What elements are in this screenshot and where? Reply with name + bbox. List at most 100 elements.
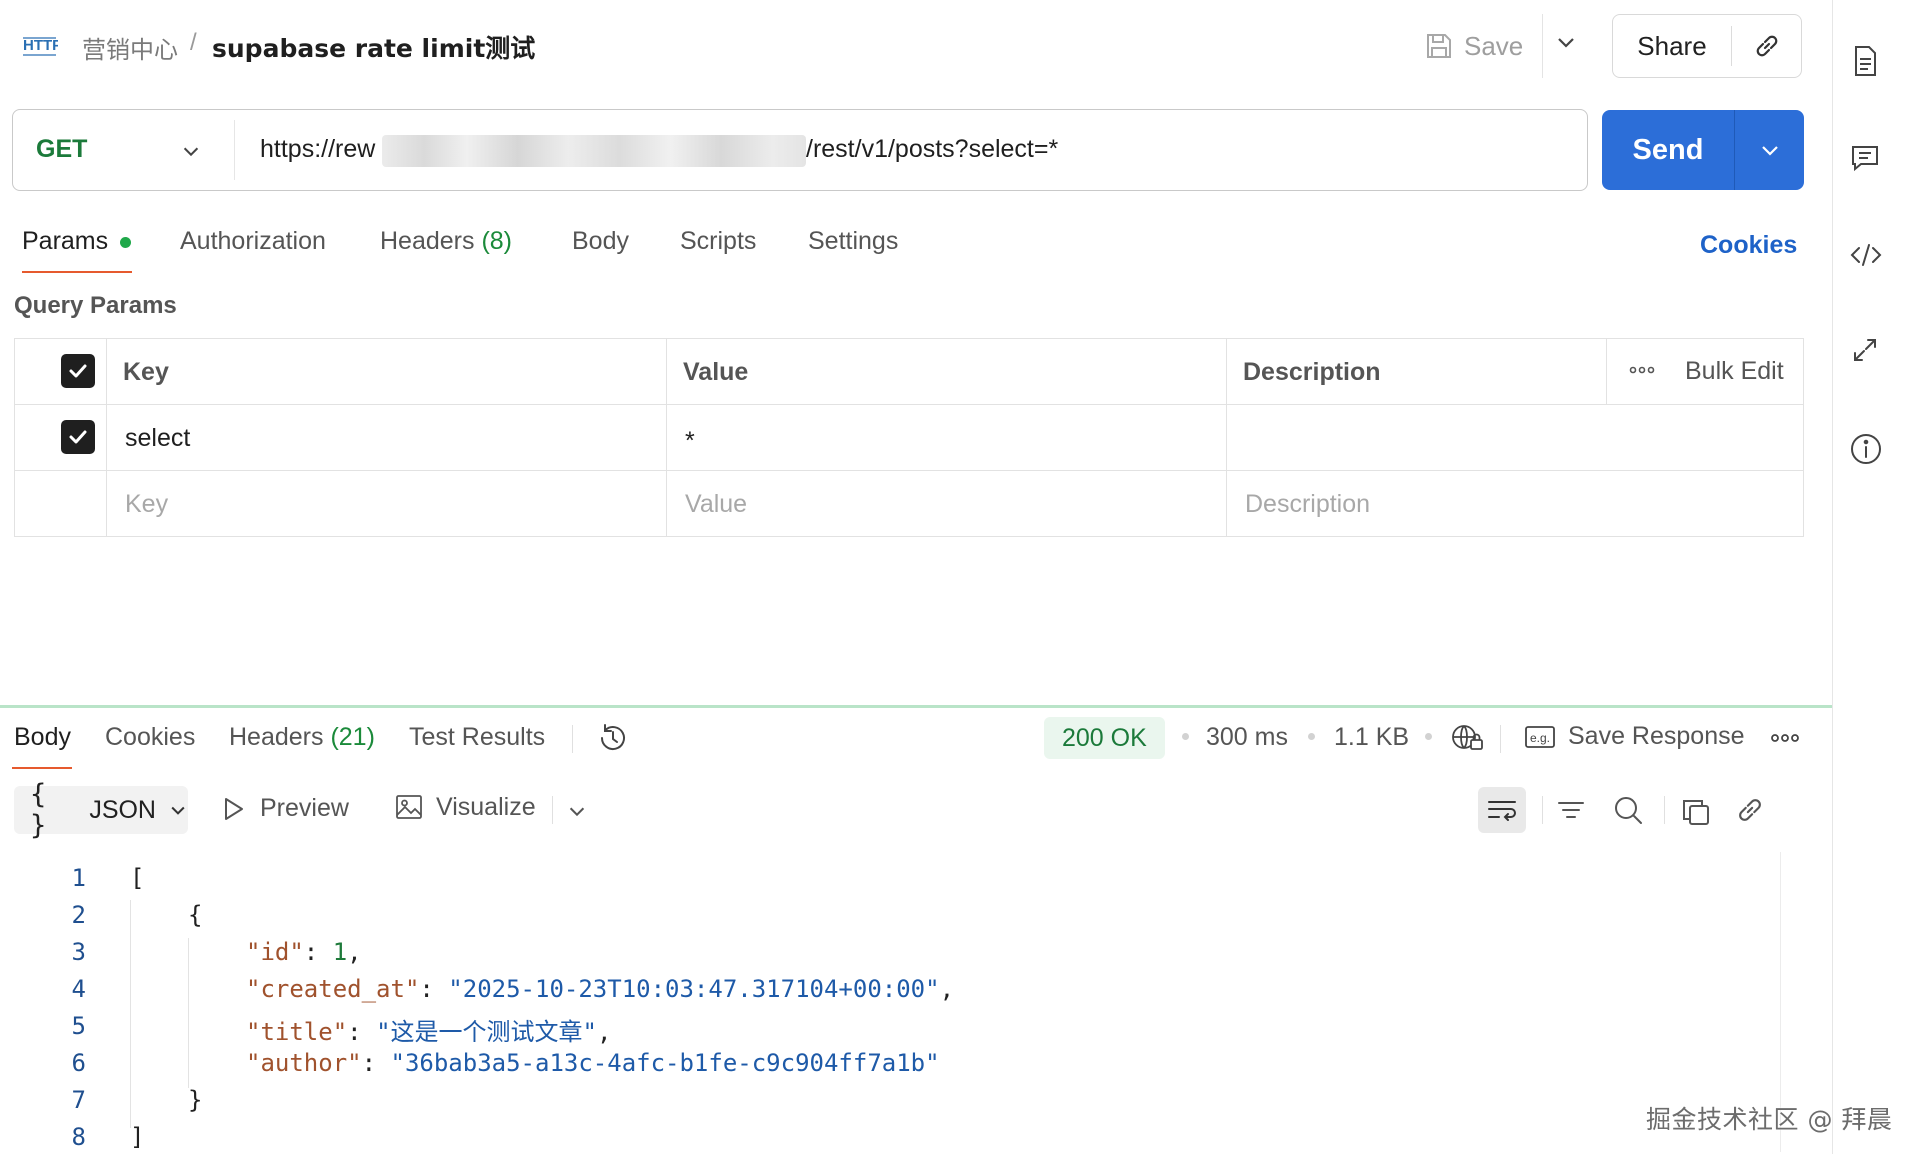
filter-icon[interactable]: [1556, 796, 1586, 826]
link-icon[interactable]: [1734, 794, 1766, 826]
tab-scripts[interactable]: Scripts: [680, 227, 756, 256]
tab-headers-label: Headers: [380, 227, 475, 255]
divider: [15, 470, 1803, 471]
separator-dot: [1425, 733, 1432, 740]
response-tab-cookies[interactable]: Cookies: [105, 723, 195, 752]
divider: [1664, 796, 1665, 824]
tab-settings[interactable]: Settings: [808, 227, 898, 256]
response-size[interactable]: 1.1 KB: [1334, 723, 1409, 752]
visualize-label: Visualize: [436, 792, 536, 821]
checkbox-checked-icon: [67, 426, 89, 448]
chevron-down-icon: [566, 800, 588, 822]
format-label: JSON: [89, 795, 156, 824]
document-icon[interactable]: [1849, 44, 1881, 78]
send-button-group: Send: [1602, 110, 1804, 190]
copy-link-button[interactable]: [1732, 31, 1801, 61]
divider: [552, 796, 553, 824]
response-tab-body[interactable]: Body: [14, 723, 71, 752]
url-suffix: /rest/v1/posts?select=*: [806, 135, 1059, 163]
send-button[interactable]: Send: [1602, 134, 1734, 167]
status-badge[interactable]: 200 OK: [1044, 717, 1165, 759]
share-button[interactable]: Share: [1613, 31, 1731, 62]
separator-dot: [1182, 733, 1189, 740]
json-number: 1: [332, 938, 348, 966]
braces-icon: { }: [30, 779, 47, 841]
copy-icon[interactable]: [1680, 796, 1712, 828]
code-line: {: [188, 901, 203, 929]
indent-guide: [188, 938, 189, 1088]
cookies-link[interactable]: Cookies: [1700, 231, 1797, 260]
globe-lock-icon[interactable]: [1450, 722, 1484, 754]
format-select[interactable]: { } JSON: [14, 779, 188, 841]
divider: [1500, 725, 1501, 753]
code-icon[interactable]: [1849, 240, 1883, 270]
response-divider[interactable]: [0, 705, 1832, 708]
param-key-cell[interactable]: select: [125, 424, 190, 453]
link-icon: [1752, 31, 1782, 61]
example-icon: e.g.: [1524, 723, 1556, 751]
search-icon[interactable]: [1612, 794, 1644, 826]
response-headers-count: (21): [330, 723, 375, 751]
json-string: "2025-10-23T10:03:47.317104+00:00": [448, 975, 940, 1003]
tab-headers[interactable]: Headers (8): [380, 227, 512, 256]
headers-count: (8): [481, 227, 513, 255]
info-icon[interactable]: [1849, 432, 1883, 466]
response-tab-headers[interactable]: Headers (21): [229, 723, 375, 752]
description-input[interactable]: Description: [1245, 490, 1370, 519]
comment-icon[interactable]: [1849, 142, 1881, 174]
wrap-lines-icon: [1486, 796, 1518, 824]
divider: [1542, 14, 1543, 78]
preview-button[interactable]: Preview: [222, 794, 349, 823]
http-icon: HTTP: [22, 32, 58, 60]
query-params-title: Query Params: [14, 292, 177, 319]
save-options-button[interactable]: [1554, 30, 1578, 54]
request-title[interactable]: supabase rate limit测试: [212, 29, 535, 65]
json-key: "created_at": [246, 975, 420, 1003]
chevron-down-icon: [1554, 30, 1578, 54]
select-all-checkbox[interactable]: [61, 354, 95, 388]
response-tab-test-results[interactable]: Test Results: [409, 723, 545, 752]
value-input[interactable]: Value: [685, 490, 747, 519]
visualize-options-button[interactable]: [566, 800, 588, 822]
column-header-description: Description: [1243, 358, 1381, 386]
url-prefix: https://rew: [260, 135, 376, 163]
response-time[interactable]: 300 ms: [1206, 723, 1288, 752]
more-icon[interactable]: [1629, 363, 1655, 377]
breadcrumb-parent[interactable]: 营销中心: [82, 30, 178, 65]
param-value-cell[interactable]: *: [685, 427, 695, 456]
save-icon: [1424, 31, 1454, 61]
tab-authorization[interactable]: Authorization: [180, 227, 326, 256]
line-number: 4: [71, 975, 86, 1003]
save-response-button[interactable]: e.g. Save Response: [1524, 722, 1745, 751]
preview-label: Preview: [260, 794, 349, 822]
resize-icon[interactable]: [1849, 334, 1881, 366]
request-header: HTTP 营销中心 / supabase rate limit测试 Save S…: [0, 0, 1830, 92]
json-string: "这是一个测试文章": [376, 1018, 597, 1046]
send-options-button[interactable]: [1735, 138, 1804, 162]
history-icon[interactable]: [596, 722, 630, 754]
bulk-edit-button[interactable]: Bulk Edit: [1685, 357, 1784, 386]
code-line: }: [188, 1086, 203, 1114]
divider: [1226, 339, 1227, 536]
code-line: ]: [130, 1123, 145, 1151]
visualize-button[interactable]: Visualize: [394, 792, 536, 822]
more-icon[interactable]: [1770, 731, 1800, 745]
divider: [1606, 339, 1607, 404]
line-number: 5: [71, 1012, 86, 1040]
chevron-down-icon: [168, 800, 188, 820]
key-input[interactable]: Key: [125, 490, 168, 519]
row-checkbox[interactable]: [61, 420, 95, 454]
tab-params[interactable]: Params: [22, 227, 108, 256]
tab-body[interactable]: Body: [572, 227, 629, 256]
column-header-value: Value: [683, 358, 749, 386]
svg-text:e.g.: e.g.: [1530, 731, 1550, 745]
save-button[interactable]: Save: [1424, 24, 1523, 68]
wrap-lines-button[interactable]: [1478, 787, 1526, 833]
save-label: Save: [1464, 30, 1524, 61]
divider: [572, 725, 573, 753]
params-active-dot: [120, 237, 131, 248]
line-number: 3: [71, 938, 86, 966]
save-response-label: Save Response: [1568, 722, 1745, 750]
line-number: 8: [71, 1123, 86, 1151]
line-number: 6: [71, 1049, 86, 1077]
